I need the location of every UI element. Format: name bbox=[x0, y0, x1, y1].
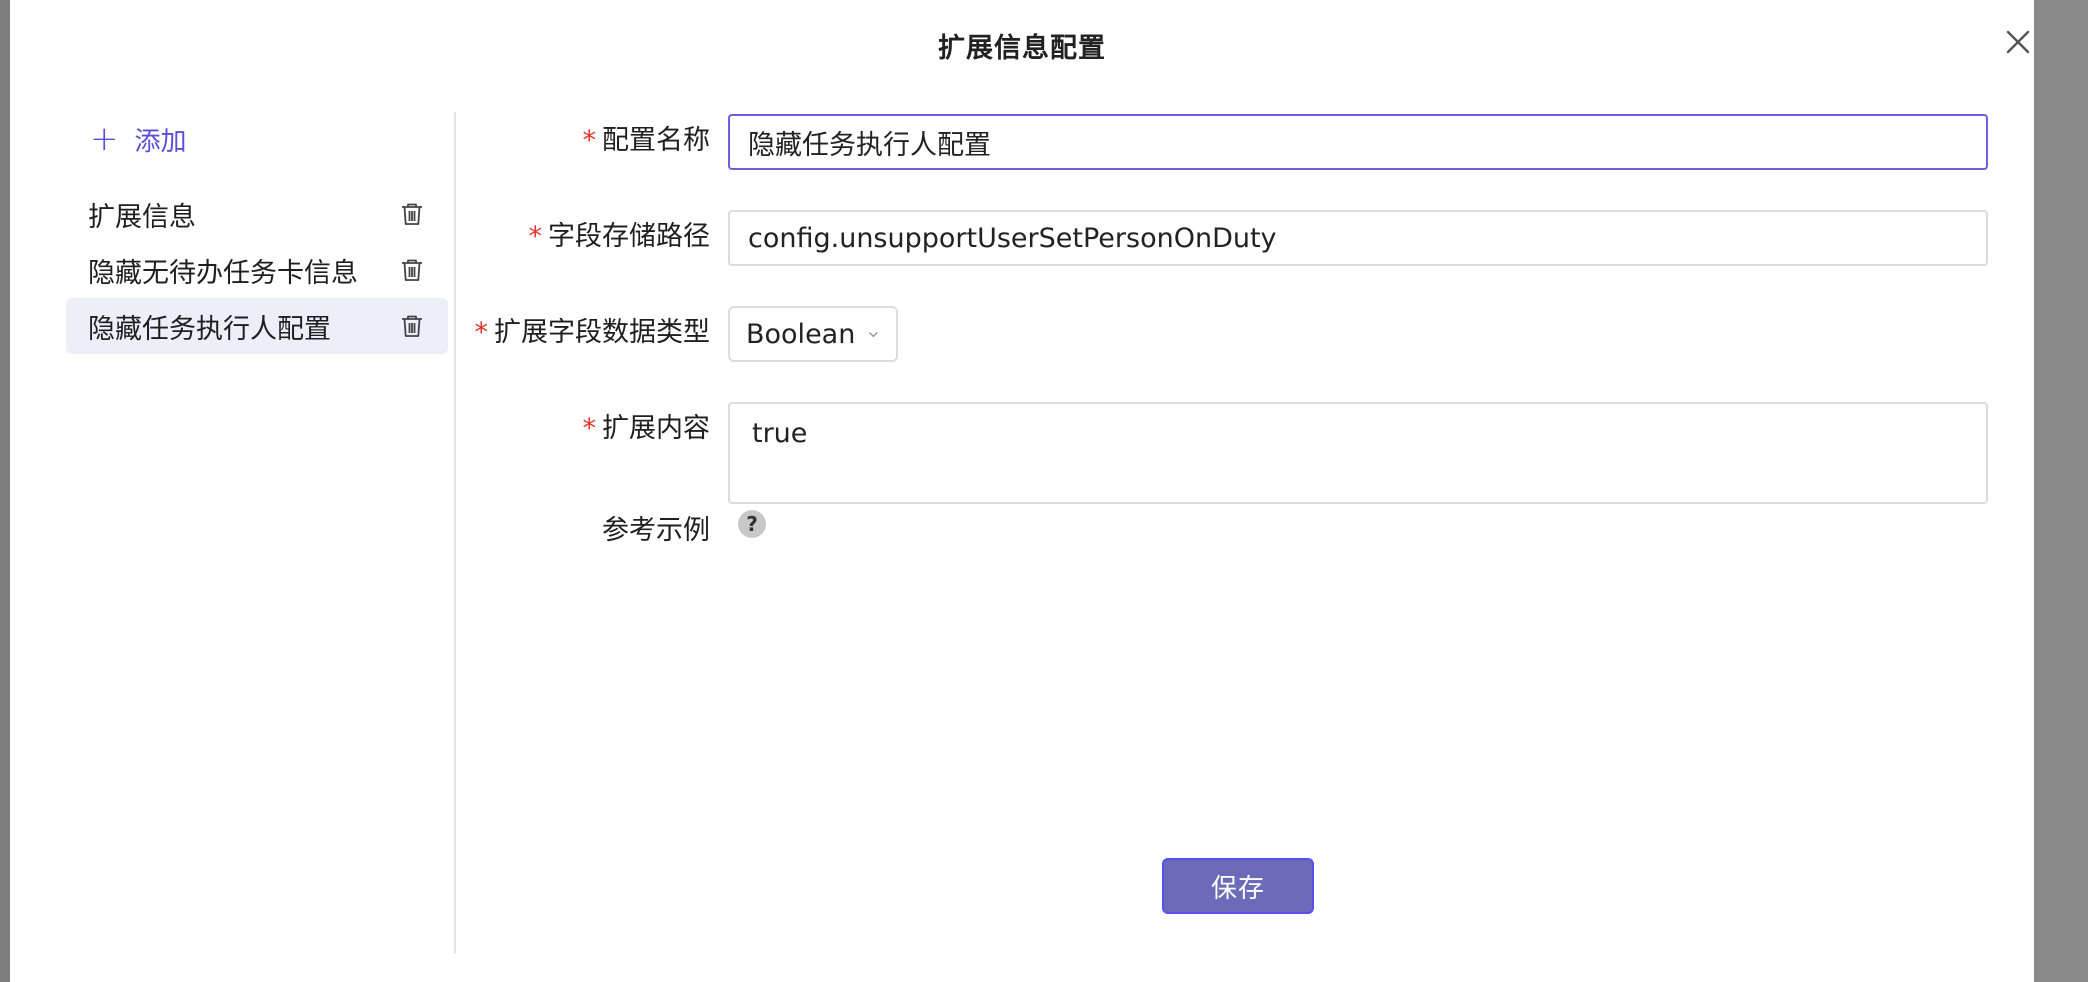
help-icon[interactable]: ? bbox=[738, 510, 766, 538]
modal-title: 扩展信息配置 bbox=[938, 33, 1106, 64]
data-type-select[interactable]: Boolean bbox=[728, 306, 898, 362]
field-path-label: * 字段存储路径 bbox=[528, 221, 711, 252]
config-list-item[interactable]: 扩展信息 bbox=[66, 186, 448, 242]
plus-icon: + bbox=[90, 119, 119, 159]
config-name-label: * 配置名称 bbox=[582, 125, 711, 156]
config-list-panel: + 添加 扩展信息 隐藏无待办任务卡信息 隐藏任务执行人配置 bbox=[56, 112, 448, 952]
content-label: * 扩展内容 bbox=[582, 413, 711, 444]
backdrop-strip bbox=[2034, 0, 2088, 982]
config-name-input[interactable]: 隐藏任务执行人配置 bbox=[728, 114, 1988, 170]
required-mark: * bbox=[474, 317, 489, 348]
required-mark: * bbox=[582, 125, 597, 156]
config-modal: 扩展信息配置 + 添加 扩展信息 隐藏无待办任务卡信息 隐藏任务执行人配置 * … bbox=[10, 0, 2034, 982]
chevron-down-icon bbox=[869, 331, 879, 338]
config-list-item-active[interactable]: 隐藏任务执行人配置 bbox=[66, 298, 448, 354]
close-button[interactable] bbox=[2000, 24, 2036, 60]
config-list-item[interactable]: 隐藏无待办任务卡信息 bbox=[66, 242, 448, 298]
content-value: true bbox=[752, 418, 808, 449]
config-list-item-label: 隐藏任务执行人配置 bbox=[88, 313, 331, 345]
required-mark: * bbox=[582, 413, 597, 444]
trash-icon[interactable] bbox=[398, 312, 426, 340]
content-textarea[interactable]: true bbox=[728, 402, 1988, 504]
data-type-value: Boolean bbox=[746, 318, 856, 350]
trash-icon[interactable] bbox=[398, 256, 426, 284]
data-type-label: * 扩展字段数据类型 bbox=[474, 317, 711, 348]
required-mark: * bbox=[528, 221, 543, 252]
trash-icon[interactable] bbox=[398, 200, 426, 228]
field-path-input[interactable]: config.unsupportUserSetPersonOnDuty bbox=[728, 210, 1988, 266]
close-icon bbox=[2006, 30, 2030, 54]
panel-divider bbox=[454, 112, 456, 954]
add-config-label: 添加 bbox=[134, 126, 187, 157]
example-label: 参考示例 bbox=[602, 515, 710, 546]
config-list-item-label: 扩展信息 bbox=[88, 201, 196, 233]
config-list-item-label: 隐藏无待办任务卡信息 bbox=[88, 257, 358, 289]
add-config-button[interactable]: + 添加 bbox=[90, 118, 187, 160]
field-path-value: config.unsupportUserSetPersonOnDuty bbox=[748, 222, 1277, 254]
save-button[interactable]: 保存 bbox=[1162, 858, 1314, 914]
config-name-value: 隐藏任务执行人配置 bbox=[748, 129, 991, 161]
